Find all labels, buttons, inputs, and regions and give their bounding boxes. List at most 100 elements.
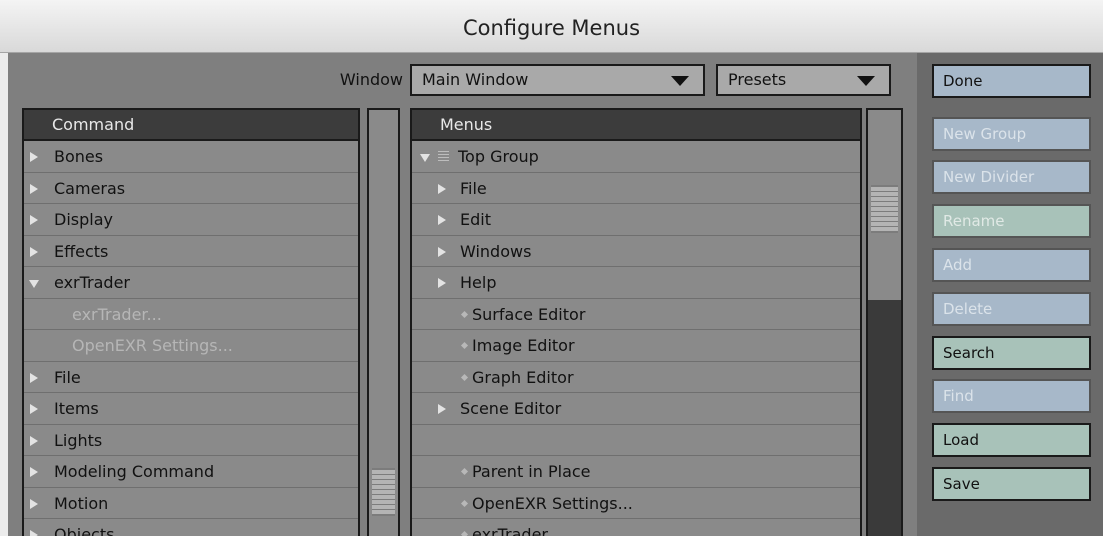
list-item-label: Items	[54, 399, 99, 418]
scrollbar-track	[868, 300, 901, 536]
list-item[interactable]: exrTrader	[24, 267, 358, 299]
list-item[interactable]: File	[24, 362, 358, 393]
rename-button[interactable]: Rename	[932, 204, 1091, 238]
list-item-label: Objects	[54, 525, 115, 536]
list-item[interactable]: Windows	[412, 236, 860, 267]
done-button[interactable]: Done	[932, 64, 1091, 98]
delete-button[interactable]: Delete	[932, 292, 1091, 326]
list-item-label: Effects	[54, 241, 109, 261]
find-button[interactable]: Find	[932, 379, 1091, 413]
expand-arrow-icon[interactable]	[30, 404, 38, 414]
list-item-label: Surface Editor	[472, 304, 586, 324]
list-item-label: Bones	[54, 147, 104, 166]
list-item-label: Motion	[54, 493, 109, 513]
list-item-label: Top Group	[458, 147, 539, 166]
list-item[interactable]: Surface Editor	[412, 299, 860, 330]
list-item[interactable]: Parent in Place	[412, 456, 860, 488]
list-item-label: Parent in Place	[472, 462, 591, 481]
scrollbar-thumb[interactable]	[372, 468, 395, 516]
expand-arrow-icon[interactable]	[30, 246, 38, 257]
list-item-label: Cameras	[54, 178, 126, 198]
expand-arrow-icon[interactable]	[30, 530, 38, 536]
list-item-label: File	[54, 367, 81, 387]
list-item[interactable]: Bones	[24, 141, 358, 173]
command-list-header: Command	[24, 110, 358, 141]
expand-arrow-icon[interactable]	[30, 152, 38, 162]
list-item[interactable]: Image Editor	[412, 330, 860, 362]
list-item[interactable]: Cameras	[24, 173, 358, 204]
list-item[interactable]: OpenEXR Settings...	[412, 488, 860, 519]
command-bullet-icon	[460, 310, 469, 318]
menu-divider[interactable]	[412, 425, 860, 456]
list-item[interactable]: Edit	[412, 204, 860, 236]
presets-select[interactable]: Presets	[716, 64, 891, 96]
list-item[interactable]: Effects	[24, 236, 358, 267]
list-item-label: File	[460, 178, 487, 198]
command-bullet-icon	[460, 373, 469, 381]
list-item[interactable]: exrTrader...	[24, 299, 358, 330]
expand-arrow-icon[interactable]	[30, 183, 38, 194]
presets-select-value: Presets	[728, 70, 787, 89]
expand-arrow-icon[interactable]	[30, 467, 38, 477]
add-button[interactable]: Add	[932, 248, 1091, 282]
chevron-down-icon	[857, 76, 875, 86]
list-item[interactable]: File	[412, 173, 860, 204]
list-item-label: Image Editor	[472, 336, 575, 355]
expand-arrow-icon[interactable]	[438, 183, 446, 194]
list-item-label: exrTrader...	[472, 525, 562, 536]
expand-arrow-icon[interactable]	[30, 498, 38, 509]
list-item-label: Modeling Command	[54, 462, 215, 481]
command-bullet-icon	[460, 341, 469, 350]
list-item-label: Graph Editor	[472, 367, 574, 387]
command-scrollbar[interactable]	[367, 108, 400, 536]
list-item-label: exrTrader...	[72, 304, 162, 324]
command-bullet-icon	[460, 530, 469, 536]
command-list[interactable]: Command Bones Cameras Display Effects ex…	[22, 108, 360, 536]
menus-scrollbar[interactable]	[866, 108, 903, 536]
list-item[interactable]: exrTrader...	[412, 519, 860, 536]
window-title: Configure Menus	[0, 0, 1103, 53]
window-label: Window	[339, 70, 403, 89]
list-item[interactable]: Graph Editor	[412, 362, 860, 393]
expand-arrow-icon[interactable]	[30, 435, 38, 446]
list-item-label: exrTrader	[54, 273, 130, 292]
window-select-value: Main Window	[422, 70, 529, 89]
list-item[interactable]: Motion	[24, 488, 358, 519]
list-item[interactable]: Top Group	[412, 141, 860, 173]
expand-arrow-icon[interactable]	[438, 215, 446, 225]
list-item-label: Lights	[54, 430, 103, 450]
expand-arrow-icon[interactable]	[438, 404, 446, 414]
list-item-label: OpenEXR Settings...	[472, 493, 633, 513]
scrollbar-thumb[interactable]	[871, 185, 898, 233]
search-button[interactable]: Search	[932, 336, 1091, 370]
list-item[interactable]: Lights	[24, 425, 358, 456]
list-item-label: OpenEXR Settings...	[72, 336, 233, 355]
menus-list-header: Menus	[412, 110, 860, 141]
list-item[interactable]: Display	[24, 204, 358, 236]
window-select[interactable]: Main Window	[410, 64, 705, 96]
collapse-arrow-icon[interactable]	[420, 154, 430, 162]
list-item-label: Scene Editor	[460, 399, 562, 418]
new-group-button[interactable]: New Group	[932, 117, 1091, 151]
expand-arrow-icon[interactable]	[438, 246, 446, 257]
list-item[interactable]: Modeling Command	[24, 456, 358, 488]
expand-arrow-icon[interactable]	[30, 372, 38, 383]
list-item[interactable]: Items	[24, 393, 358, 425]
list-item-label: Help	[460, 273, 497, 292]
menus-list[interactable]: Menus Top Group File Edit Windows Help S…	[410, 108, 862, 536]
command-bullet-icon	[460, 499, 469, 507]
load-button[interactable]: Load	[932, 423, 1091, 457]
list-item[interactable]: Scene Editor	[412, 393, 860, 425]
new-divider-button[interactable]: New Divider	[932, 160, 1091, 194]
list-item[interactable]: Objects	[24, 519, 358, 536]
list-item-label: Display	[54, 210, 113, 229]
chevron-down-icon	[671, 76, 689, 86]
list-item[interactable]: OpenEXR Settings...	[24, 330, 358, 362]
command-bullet-icon	[460, 467, 469, 476]
list-item[interactable]: Help	[412, 267, 860, 299]
save-button[interactable]: Save	[932, 467, 1091, 501]
expand-arrow-icon[interactable]	[438, 278, 446, 288]
list-item-label: Windows	[460, 241, 532, 261]
collapse-arrow-icon[interactable]	[29, 280, 39, 288]
expand-arrow-icon[interactable]	[30, 215, 38, 225]
